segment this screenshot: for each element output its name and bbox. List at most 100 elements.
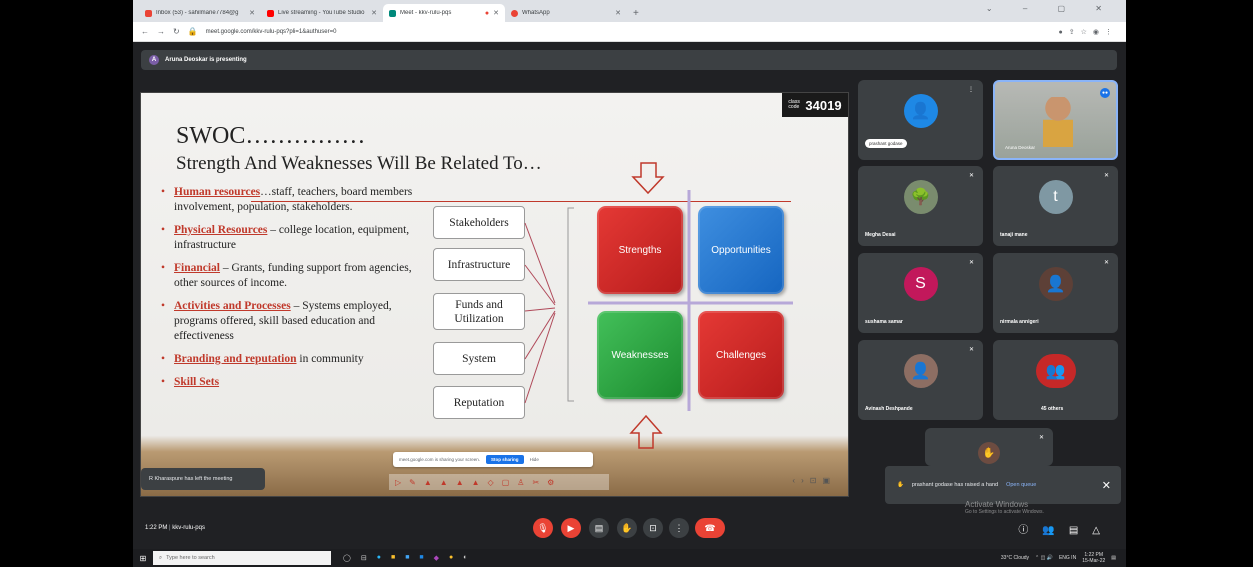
- youtube-icon: [267, 9, 274, 17]
- tab-youtube-studio[interactable]: Live streaming - YouTube Studio ✕: [261, 4, 383, 22]
- avatar: 🌳: [903, 180, 938, 214]
- whatsapp-icon: [511, 9, 518, 17]
- windows-taskbar: ⊞ ⌕ Type here to search ◯ ⊟ ● ■ ■ ■ ◆ ● …: [133, 549, 1126, 567]
- participant-name: prashant godase: [865, 139, 907, 148]
- tab-label: Meet - kkv-rulu-pqs: [400, 10, 452, 16]
- participant-name: Aruna Deoskar: [1005, 145, 1036, 150]
- meeting-code: kkv-rulu-pqs: [172, 525, 205, 531]
- back-icon[interactable]: ←: [141, 27, 149, 36]
- participant-tile-others[interactable]: 👥 45 others: [993, 340, 1118, 420]
- speaking-icon: ●●: [1100, 88, 1110, 98]
- presenting-banner: A Aruna Deoskar is presenting: [141, 50, 1117, 70]
- shape-icon[interactable]: ▢: [502, 478, 510, 487]
- meet-controls-bar: 1:22 PM | kkv-rulu-pqs 🎙 ▶ ▤ ✋ ⊡ ⋮ ☎ ⓘ👥▤…: [133, 513, 1126, 547]
- more-options-button[interactable]: ⋮: [669, 518, 689, 538]
- recording-dot-icon: ●: [484, 9, 490, 17]
- class-code-value: 34019: [805, 97, 842, 113]
- notification-icon[interactable]: ▤: [1111, 555, 1116, 561]
- participant-tile-active[interactable]: ●● Aruna Deoskar: [993, 80, 1118, 160]
- edge-icon: ●: [376, 554, 381, 561]
- avatar: 👤: [1038, 267, 1073, 301]
- left-meeting-toast: R Kharaspure has left the meeting: [141, 468, 265, 490]
- close-icon[interactable]: ✕: [493, 9, 499, 17]
- box-infrastructure: Infrastructure: [433, 248, 525, 281]
- participant-tile[interactable]: ⋮ 👤 prashant godase: [858, 80, 983, 160]
- close-icon[interactable]: ✕: [615, 9, 621, 17]
- pen-icon[interactable]: ✎: [409, 478, 416, 487]
- forward-icon[interactable]: →: [157, 27, 165, 36]
- explorer-icon: ■: [390, 554, 396, 561]
- task-view-icon: ◯: [343, 555, 351, 562]
- meeting-side-controls[interactable]: ⓘ👥▤△: [1018, 521, 1114, 536]
- taskbar-search[interactable]: ⌕ Type here to search: [153, 551, 331, 565]
- box-system: System: [433, 342, 525, 375]
- clock: 1:22 PM 15-Mar-22: [1082, 552, 1106, 564]
- gmail-icon: [145, 9, 152, 17]
- bullet-item: • Branding and reputation in community: [161, 353, 364, 365]
- down-arrow: [631, 162, 665, 195]
- highlighter-icon[interactable]: ▲: [424, 478, 432, 487]
- participant-tile[interactable]: ✕ 🌳 Megha Desai: [858, 166, 983, 246]
- pointer-icon[interactable]: ▷: [395, 478, 401, 487]
- stop-sharing-button[interactable]: Stop sharing: [486, 455, 524, 464]
- captions-button[interactable]: ▤: [589, 518, 609, 538]
- raised-hand-text: prashant godase has raised a hand: [911, 482, 999, 488]
- store-icon: ■: [405, 554, 410, 561]
- slide-nav[interactable]: ‹›⊡▣: [792, 476, 836, 485]
- eraser-icon[interactable]: ◇: [488, 478, 494, 487]
- close-icon[interactable]: ✕: [371, 9, 377, 17]
- present-button[interactable]: ⊡: [643, 518, 663, 538]
- connector-line: [524, 310, 556, 360]
- url-field[interactable]: meet.google.com/kkv-rulu-pqs?pli=1&authu…: [206, 29, 1051, 35]
- settings-icon[interactable]: ⚙: [547, 478, 554, 487]
- toolbar-icons[interactable]: ●⇪☆◉⋮: [1059, 28, 1118, 36]
- participant-tile[interactable]: ✕ t tanaji mane: [993, 166, 1118, 246]
- hide-button[interactable]: Hide: [530, 457, 539, 462]
- watermark-title: Activate Windows: [965, 500, 1029, 509]
- weather-text: 33°C Cloudy: [1000, 555, 1030, 561]
- end-call-button[interactable]: ☎: [695, 518, 725, 538]
- screen: Inbox (53) - sahilmane7784@g ✕ Live stre…: [133, 0, 1126, 567]
- connector-line: [524, 307, 556, 312]
- participant-tile[interactable]: ✕ 👤 Avinash Deshpande: [858, 340, 983, 420]
- tab-gmail[interactable]: Inbox (53) - sahilmane7784@g ✕: [139, 4, 261, 22]
- close-icon[interactable]: ✕: [1102, 479, 1111, 492]
- presenter-avatar: A: [149, 55, 159, 65]
- reload-icon[interactable]: ↻: [173, 27, 180, 36]
- bullet-item: • Skill Sets: [161, 376, 220, 388]
- self-view-tile[interactable]: ✕ ✋: [925, 428, 1053, 466]
- text-icon[interactable]: ♙: [517, 478, 524, 487]
- open-queue-link[interactable]: Open queue: [1006, 482, 1036, 488]
- avatar: 👤: [903, 94, 938, 128]
- participant-tile[interactable]: ✕ 👤 nirmala annigeri: [993, 253, 1118, 333]
- share-notice: meet.google.com is sharing your screen.: [399, 457, 481, 462]
- new-tab-button[interactable]: +: [633, 8, 639, 19]
- more-icon[interactable]: ⋮: [968, 86, 974, 93]
- marker-icon[interactable]: ▲: [440, 478, 448, 487]
- camera-off-button[interactable]: ▶: [561, 518, 581, 538]
- close-icon[interactable]: ✕: [249, 9, 255, 17]
- raise-hand-button[interactable]: ✋: [617, 518, 637, 538]
- connector-line: [524, 312, 556, 404]
- windows-start-icon[interactable]: ⊞: [133, 554, 153, 563]
- presenting-text: Aruna Deoskar is presenting: [165, 57, 247, 63]
- scissors-icon[interactable]: ✂: [532, 478, 539, 487]
- system-tray[interactable]: 33°C Cloudy ⌃ ◫ 🔊 ENG IN 1:22 PM 15-Mar-…: [1001, 552, 1116, 564]
- tab-whatsapp[interactable]: WhatsApp ✕: [505, 4, 627, 22]
- search-placeholder: Type here to search: [166, 555, 215, 561]
- up-arrow: [629, 414, 663, 449]
- taskbar-apps[interactable]: ◯ ⊟ ● ■ ■ ■ ◆ ● ◐: [343, 554, 468, 562]
- self-video: ✋: [978, 442, 1000, 464]
- participant-name: nirmala annigeri: [1000, 319, 1039, 325]
- mic-off-icon: ✕: [968, 347, 974, 353]
- brush-icon[interactable]: ▲: [456, 478, 464, 487]
- bullet-item: • Physical Resources – college location, …: [161, 224, 410, 251]
- window-controls[interactable]: ⌄ – ▢ ✕: [986, 4, 1116, 13]
- browser-tab-bar: Inbox (53) - sahilmane7784@g ✕ Live stre…: [133, 0, 1126, 22]
- pencil-icon[interactable]: ▲: [472, 478, 480, 487]
- participant-tile[interactable]: ✕ S sushama samar: [858, 253, 983, 333]
- tab-meet[interactable]: Meet - kkv-rulu-pqs ● ✕: [383, 4, 505, 22]
- class-code-label: class code: [788, 99, 800, 110]
- mic-off-button[interactable]: 🎙: [533, 518, 553, 538]
- chrome-icon: ●: [449, 554, 454, 561]
